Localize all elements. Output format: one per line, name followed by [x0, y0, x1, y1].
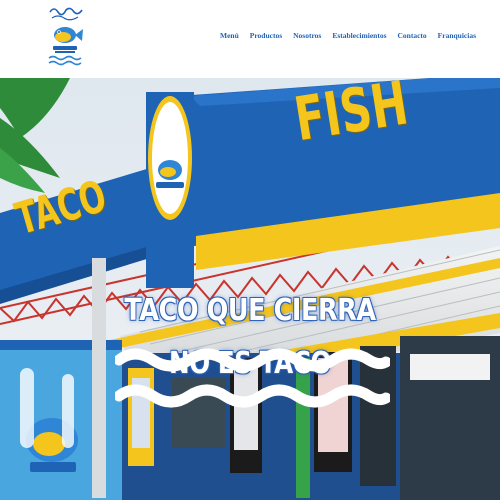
nav-link-productos[interactable]: Productos: [250, 29, 282, 43]
nav-link-franquicias[interactable]: Franquicias: [438, 29, 476, 43]
main-nav: Menú Productos Nosotros Establecimientos…: [216, 29, 487, 43]
wave-lines-icon: [115, 348, 390, 408]
nav-link-menu[interactable]: Menú: [220, 29, 239, 43]
site-header: Menú Productos Nosotros Establecimientos…: [0, 0, 500, 78]
nav-link-establecimientos[interactable]: Establecimientos: [332, 29, 386, 43]
hero-storefront-image: [0, 78, 500, 500]
hero-headline-line1: TACO QUE CIERRA: [124, 293, 376, 328]
nav-link-contacto[interactable]: Contacto: [398, 29, 427, 43]
brand-logo[interactable]: [44, 4, 86, 68]
hero-banner: TACO FISH TACO QUE CIERRA NO ES TACO: [0, 78, 500, 500]
nav-link-nosotros[interactable]: Nosotros: [293, 29, 321, 43]
fish-logo-icon: [48, 7, 83, 66]
